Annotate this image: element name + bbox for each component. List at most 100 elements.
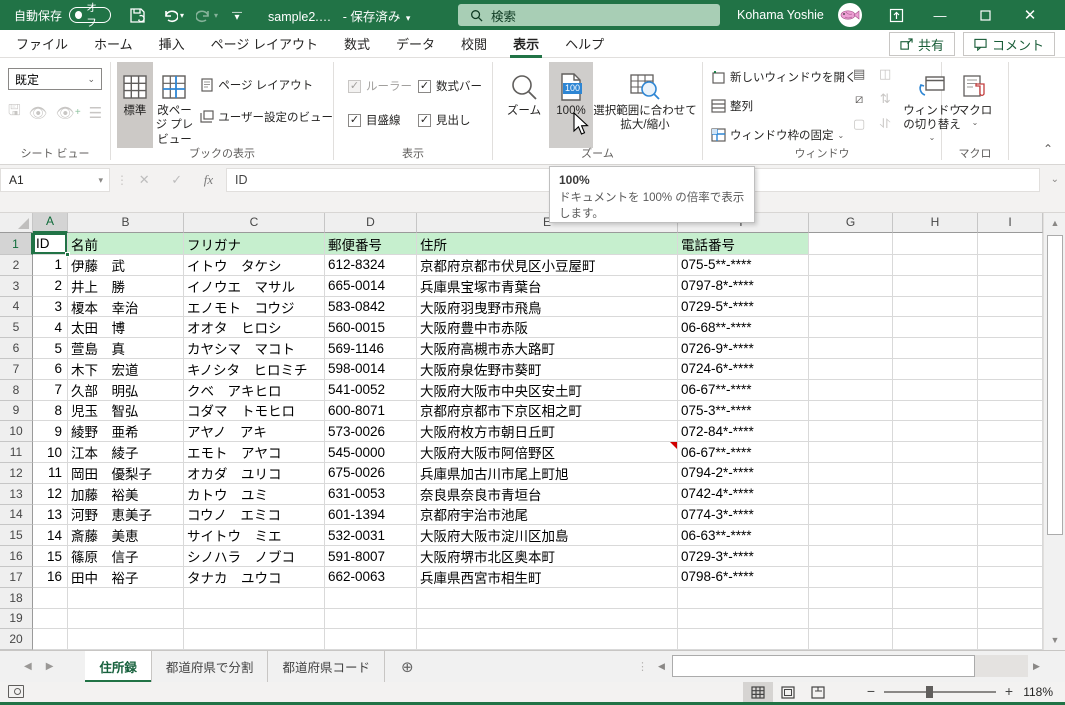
cell-H3[interactable] [893, 275, 978, 297]
close-button[interactable]: ✕ [1008, 0, 1052, 30]
cell-D20[interactable] [325, 629, 417, 651]
cell-B18[interactable] [68, 587, 184, 609]
minimize-button[interactable]: — [918, 0, 962, 30]
page-break-preview-button[interactable]: 改ページ プレビュー [153, 62, 197, 148]
cell-I5[interactable] [978, 317, 1043, 339]
row-header-14[interactable]: 14 [0, 504, 33, 526]
cell-B4[interactable]: 榎本 幸治 [68, 296, 184, 318]
cell-C20[interactable] [184, 629, 325, 651]
cell-D16[interactable]: 591-8007 [325, 546, 417, 567]
normal-view-button[interactable]: 標準 [117, 62, 153, 148]
cell-E2[interactable]: 京都府京都市伏見区小豆屋町 [417, 255, 678, 276]
column-header-I[interactable]: I [978, 213, 1043, 233]
cell-F18[interactable] [678, 587, 809, 609]
cell-H1[interactable] [893, 233, 978, 255]
cell-A9[interactable]: 8 [33, 400, 68, 422]
cell-E8[interactable]: 大阪府大阪市中央区安土町 [417, 379, 678, 401]
cell-I1[interactable] [978, 233, 1043, 255]
cell-D17[interactable]: 662-0063 [325, 566, 417, 588]
status-page-break-preview-button[interactable] [803, 682, 833, 702]
sheet-view-dropdown[interactable]: 既定 ⌄ [8, 68, 102, 90]
ribbon-display-options-button[interactable] [874, 0, 918, 30]
cell-A4[interactable]: 3 [33, 296, 68, 318]
row-header-4[interactable]: 4 [0, 296, 33, 318]
cell-H20[interactable] [893, 629, 978, 651]
cell-A18[interactable] [33, 587, 68, 609]
cell-G18[interactable] [809, 587, 893, 609]
cell-C8[interactable]: クベ アキヒロ [184, 379, 325, 401]
cell-B15[interactable]: 斎藤 美恵 [68, 525, 184, 547]
cell-G13[interactable] [809, 483, 893, 505]
undo-button[interactable]: ▾ [162, 7, 184, 23]
share-button[interactable]: 共有 [888, 32, 955, 56]
cell-G4[interactable] [809, 296, 893, 318]
save-icon[interactable] [129, 7, 146, 24]
row-header-17[interactable]: 17 [0, 566, 33, 588]
cell-C5[interactable]: オオタ ヒロシ [184, 317, 325, 339]
cell-F2[interactable]: 075-5**-**** [678, 255, 809, 276]
comments-button[interactable]: コメント [962, 32, 1055, 56]
cell-E20[interactable] [417, 629, 678, 651]
cell-D6[interactable]: 569-1146 [325, 338, 417, 359]
cell-I17[interactable] [978, 566, 1043, 588]
cell-G16[interactable] [809, 546, 893, 567]
cell-I18[interactable] [978, 587, 1043, 609]
tab-insert[interactable]: 挿入 [146, 30, 198, 58]
cell-H10[interactable] [893, 421, 978, 443]
cell-H19[interactable] [893, 608, 978, 630]
row-header-11[interactable]: 11 [0, 442, 33, 463]
column-header-C[interactable]: C [184, 213, 325, 233]
customize-quick-access-toolbar-button[interactable]: ― ▾ [232, 8, 242, 23]
split-button[interactable]: ▤ [853, 66, 865, 82]
cell-H2[interactable] [893, 255, 978, 276]
cell-H13[interactable] [893, 483, 978, 505]
column-header-H[interactable]: H [893, 213, 978, 233]
cell-A11[interactable]: 10 [33, 442, 68, 463]
cell-B12[interactable]: 岡田 優梨子 [68, 462, 184, 484]
row-header-15[interactable]: 15 [0, 525, 33, 547]
row-header-16[interactable]: 16 [0, 546, 33, 567]
cell-F4[interactable]: 0729-5*-**** [678, 296, 809, 318]
cell-G11[interactable] [809, 442, 893, 463]
cell-G12[interactable] [809, 462, 893, 484]
title-chevron-icon[interactable]: ▾ [406, 13, 411, 23]
cell-B6[interactable]: 萱島 真 [68, 338, 184, 359]
cell-D5[interactable]: 560-0015 [325, 317, 417, 339]
cell-D9[interactable]: 600-8071 [325, 400, 417, 422]
column-header-A[interactable]: A [33, 213, 68, 233]
cell-A6[interactable]: 5 [33, 338, 68, 359]
cell-I13[interactable] [978, 483, 1043, 505]
zoom-button[interactable]: ズーム [499, 62, 549, 148]
cell-A5[interactable]: 4 [33, 317, 68, 339]
cell-D12[interactable]: 675-0026 [325, 462, 417, 484]
cell-C1[interactable]: フリガナ [184, 233, 325, 255]
formula-bar-expand-icon[interactable]: ⌄ [1051, 174, 1059, 185]
cell-F5[interactable]: 06-68**-**** [678, 317, 809, 339]
cell-I14[interactable] [978, 504, 1043, 526]
cell-A15[interactable]: 14 [33, 525, 68, 547]
cell-D1[interactable]: 郵便番号 [325, 233, 417, 255]
cell-A20[interactable] [33, 629, 68, 651]
cell-A8[interactable]: 7 [33, 379, 68, 401]
cell-B10[interactable]: 綾野 亜希 [68, 421, 184, 443]
cell-I8[interactable] [978, 379, 1043, 401]
column-header-G[interactable]: G [809, 213, 893, 233]
cell-G7[interactable] [809, 358, 893, 380]
cell-I9[interactable] [978, 400, 1043, 422]
cell-C18[interactable] [184, 587, 325, 609]
search-input[interactable]: 検索 [458, 4, 720, 26]
cell-H4[interactable] [893, 296, 978, 318]
column-header-D[interactable]: D [325, 213, 417, 233]
cell-D19[interactable] [325, 608, 417, 630]
cell-D8[interactable]: 541-0052 [325, 379, 417, 401]
cell-I12[interactable] [978, 462, 1043, 484]
cell-A14[interactable]: 13 [33, 504, 68, 526]
cell-F9[interactable]: 075-3**-**** [678, 400, 809, 422]
cell-F17[interactable]: 0798-6*-**** [678, 566, 809, 588]
cell-G15[interactable] [809, 525, 893, 547]
cell-B5[interactable]: 太田 博 [68, 317, 184, 339]
sheet-nav-right-icon[interactable]: ▶ [46, 661, 54, 672]
cell-D18[interactable] [325, 587, 417, 609]
row-header-5[interactable]: 5 [0, 317, 33, 339]
collapse-ribbon-button[interactable]: ⌃ [1043, 142, 1053, 156]
